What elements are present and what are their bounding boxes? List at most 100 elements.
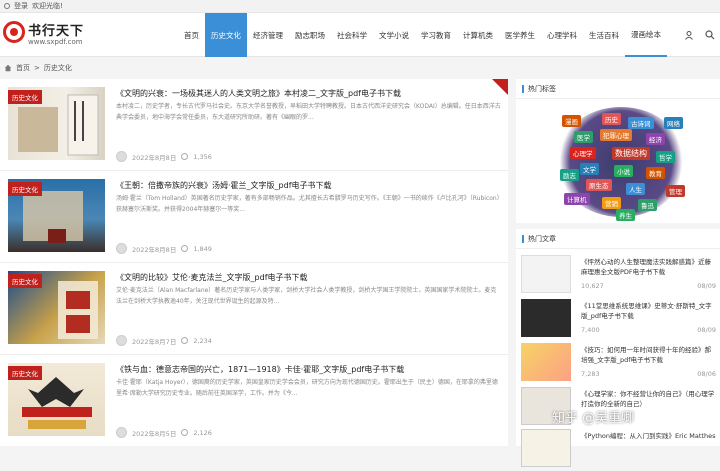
post-title[interactable]: 《王朝：倍撒帝族的兴衰》汤姆·霍兰_文字版_pdf电子书下载 [116,180,501,191]
home-icon [4,64,12,72]
eye-icon [181,153,189,160]
tag-item[interactable]: 人生 [626,183,645,195]
avatar[interactable] [116,335,127,346]
post-thumbnail[interactable]: 历史文化 [8,87,105,160]
nav-item-psychology[interactable]: 心理学科 [541,13,583,57]
post-date: 2022年8月8日 [132,153,177,162]
nav-item-history[interactable]: 历史文化 [205,13,247,57]
post-item[interactable]: 历史文化 《文明的兴衰：一场极其迷人的人类文明之旅》本村凌二_文字版_pdf电子… [0,79,508,171]
article-title[interactable]: 《心理学家：你不经营让你的自己》（用心理学打造你的全新的自己） [581,389,716,409]
nav-item-life[interactable]: 生活百科 [583,13,625,57]
article-title[interactable]: 《怦然心动的人生整理魔法实践解惑篇》近藤麻理惠全文版PDF电子书下载 [581,257,716,277]
nav-item-social[interactable]: 社会科学 [331,13,373,57]
nav-item-comics[interactable]: 漫画绘本 [625,13,667,57]
post-title[interactable]: 《文明的比较》艾伦·麦克法兰_文字版_pdf电子书下载 [116,272,501,283]
login-link[interactable]: 登录 [14,1,28,11]
post-thumbnail[interactable]: 历史文化 [8,179,105,252]
user-icon[interactable] [684,30,694,40]
tag-item[interactable]: 医学 [574,131,593,143]
avatar[interactable] [116,151,127,162]
eye-icon [181,245,189,252]
post-item[interactable]: 历史文化 《铁与血：德意志帝国的兴亡，1871—1918》卡佳·霍耶_文字版_p… [0,355,508,446]
breadcrumb: 首页 > 历史文化 [0,57,720,79]
post-meta: 2022年8月5日 2,126 [116,427,212,438]
post-item[interactable]: 历史文化 《文明的比较》艾伦·麦克法兰_文字版_pdf电子书下载 艾伦·麦克法兰… [0,263,508,355]
article-item[interactable]: 《Python编程：从入门到实践》Eric Matthes [521,429,716,471]
avatar[interactable] [116,243,127,254]
post-views: 1,356 [193,152,212,161]
tag-item[interactable]: 鲁迅 [638,199,657,211]
nav-item-career[interactable]: 励志职场 [289,13,331,57]
article-meta: 10,627 08/09 [581,282,716,290]
tag-item[interactable]: 古诗词 [628,117,654,129]
post-excerpt: 汤姆·霍兰（Tom Holland）英国著名历史学家，著有多部畅销作品。尤其擅长… [116,195,500,213]
article-title[interactable]: 《Python编程：从入门到实践》Eric Matthes [581,431,716,451]
tag-item[interactable]: 犯罪心理 [600,129,632,141]
nav-item-education[interactable]: 学习教育 [415,13,457,57]
article-item[interactable]: 《11堂思维系统思维课》史蒂文·舒斯特_文字版_pdf电子书下载 7,400 08… [521,299,716,341]
article-views: 7,400 [581,326,600,334]
article-item[interactable]: 《技巧：如何用一年时间获得十年的经验》郝培强_文字版_pdf电子书下载 7,28… [521,343,716,385]
tag-item[interactable]: 数据结构 [612,147,650,160]
tag-item[interactable]: 历史 [602,113,621,125]
article-thumbnail[interactable] [521,299,571,337]
category-badge[interactable]: 历史文化 [8,90,42,104]
nav-item-home[interactable]: 首页 [178,13,205,57]
post-meta: 2022年8月8日 1,356 [116,151,212,162]
post-item[interactable]: 历史文化 《王朝：倍撒帝族的兴衰》汤姆·霍兰_文字版_pdf电子书下载 汤姆·霍… [0,171,508,263]
article-thumbnail[interactable] [521,343,571,381]
tag-item[interactable]: 心理学 [570,147,596,159]
article-meta: 7,400 08/09 [581,326,716,334]
tag-item[interactable]: 经济 [646,133,665,145]
category-badge[interactable]: 历史文化 [8,366,42,380]
avatar[interactable] [116,427,127,438]
post-title[interactable]: 《文明的兴衰：一场极其迷人的人类文明之旅》本村凌二_文字版_pdf电子书下载 [116,88,501,99]
breadcrumb-current[interactable]: 历史文化 [44,63,72,73]
tag-item[interactable]: 哲学 [656,151,675,163]
tag-item[interactable]: 养生 [616,209,635,221]
tag-item[interactable]: 管理 [666,185,685,197]
search-icon[interactable] [705,30,715,40]
tag-cloud: 历史 古诗词 犯罪心理 医学 经济 心理学 数据结构 哲学 文学 小说 教育 原… [556,107,686,221]
post-thumbnail[interactable]: 历史文化 [8,271,105,344]
article-title[interactable]: 《技巧：如何用一年时间获得十年的经验》郝培强_文字版_pdf电子书下载 [581,345,716,365]
tag-item[interactable]: 教育 [646,167,665,179]
post-date: 2022年8月8日 [132,245,177,254]
post-title[interactable]: 《铁与血：德意志帝国的兴亡，1871—1918》卡佳·霍耶_文字版_pdf电子书… [116,364,501,375]
breadcrumb-home[interactable]: 首页 [16,63,30,73]
tag-item[interactable]: 漫画 [562,115,581,127]
nav-item-economy[interactable]: 经济管理 [247,13,289,57]
tag-item[interactable]: 小说 [614,165,633,177]
tag-item[interactable]: 励志 [560,169,579,181]
site-header: 书行天下 www.sxpdf.com 首页 历史文化 经济管理 励志职场 社会科… [0,13,720,57]
post-date: 2022年8月7日 [132,337,177,346]
article-title[interactable]: 《11堂思维系统思维课》史蒂文·舒斯特_文字版_pdf电子书下载 [581,301,716,321]
widget-header: 热门标签 [516,79,720,99]
post-meta: 2022年8月7日 2,234 [116,335,212,346]
post-views: 2,234 [193,336,212,345]
nav-item-computer[interactable]: 计算机类 [457,13,499,57]
article-views: 7,283 [581,370,600,378]
tag-item[interactable]: 网络 [664,117,683,129]
tag-item[interactable]: 原生态 [586,179,612,191]
tag-item[interactable]: 营销 [602,197,621,209]
widget-header: 热门文章 [516,229,720,249]
article-item[interactable]: 《怦然心动的人生整理魔法实践解惑篇》近藤麻理惠全文版PDF电子书下载 10,62… [521,255,716,297]
article-views: 10,627 [581,282,604,290]
nav-item-fiction[interactable]: 文学小说 [373,13,415,57]
category-badge[interactable]: 历史文化 [8,274,42,288]
post-excerpt: 本村凌二，历史学者，专长古代罗马社会史。东京大学名誉教授，早稻田大学特聘教授。日… [116,103,501,121]
site-logo[interactable] [3,21,25,43]
article-thumbnail[interactable] [521,255,571,293]
main-nav: 首页 历史文化 经济管理 励志职场 社会科学 文学小说 学习教育 计算机类 医学… [178,13,667,57]
site-name[interactable]: 书行天下 [28,20,84,39]
tag-item[interactable]: 文学 [580,163,599,175]
nav-item-medical[interactable]: 医学养生 [499,13,541,57]
article-date: 08/06 [697,370,716,378]
hot-tags-widget: 热门标签 历史 古诗词 犯罪心理 医学 经济 心理学 数据结构 哲学 文学 小说… [516,79,720,223]
accent-bar [522,84,524,93]
post-thumbnail[interactable]: 历史文化 [8,363,105,436]
category-badge[interactable]: 历史文化 [8,182,42,196]
article-thumbnail[interactable] [521,429,571,467]
tag-item[interactable]: 计算机 [564,193,590,205]
